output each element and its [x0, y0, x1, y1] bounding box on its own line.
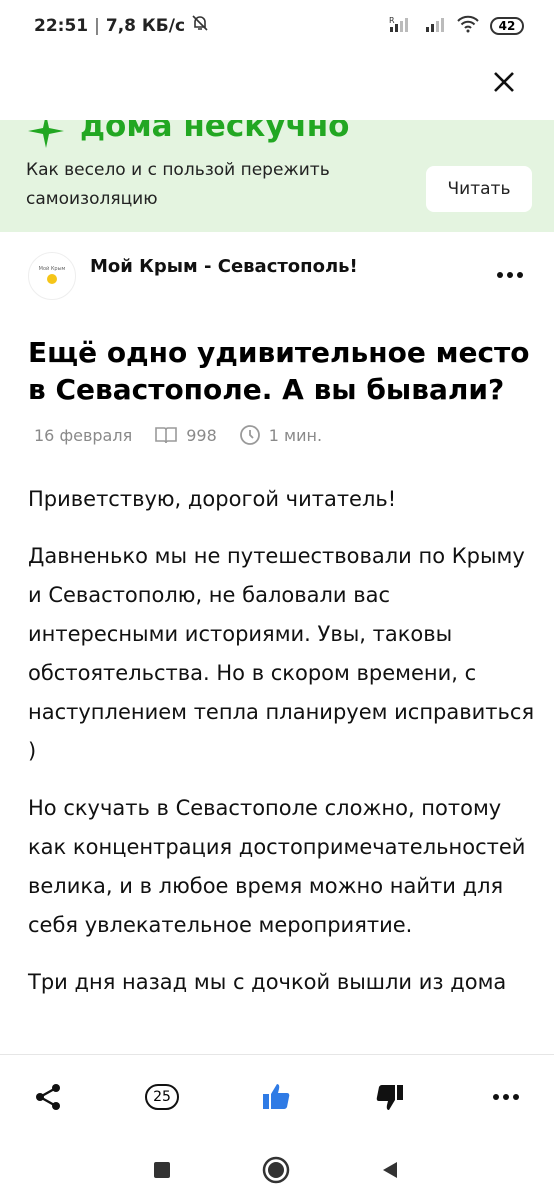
more-actions-button[interactable] [484, 1075, 528, 1119]
status-speed: 7,8 КБ/с [105, 15, 186, 36]
status-left: 22:51 | 7,8 КБ/с [34, 14, 209, 37]
close-icon [494, 72, 514, 92]
comments-button[interactable]: 25 [140, 1075, 184, 1119]
square-icon [154, 1162, 170, 1178]
sparkle-icon [26, 120, 66, 154]
article-date: 16 февраля [34, 425, 133, 445]
article-read-time: 1 мин. [268, 425, 323, 445]
article-paragraph: Но скучать в Севастополе сложно, потому … [28, 796, 526, 937]
article-paragraph: Приветствую, дорогой читатель! [28, 487, 397, 511]
more-button[interactable] [496, 260, 524, 285]
silent-bell-icon [191, 14, 209, 37]
status-time: 22:51 [34, 15, 89, 36]
article-body: Приветствую, дорогой читатель! Давненько… [28, 480, 538, 1020]
signal-icon-2 [424, 14, 446, 38]
like-button[interactable] [254, 1075, 298, 1119]
share-button[interactable] [26, 1075, 70, 1119]
article-paragraph: Три дня назад мы с дочкой вышли из дома [28, 970, 507, 994]
back-button[interactable] [372, 1152, 408, 1188]
promo-banner[interactable]: дома нескучно Как весело и с пользой пер… [0, 120, 554, 232]
sun-icon [47, 274, 57, 284]
more-icon [493, 1094, 519, 1100]
article-title: Ещё одно удивительное место в Севастопол… [28, 336, 530, 406]
meta-read-time: 1 мин. [239, 424, 322, 446]
views-icon [155, 427, 178, 444]
back-icon [383, 1162, 397, 1178]
article-paragraph: Давненько мы не путешествовали по Крыму … [28, 544, 535, 763]
action-bar: 25 [0, 1054, 554, 1139]
article-meta: 16 февраля 998 1 мин. [34, 424, 344, 446]
more-icon [497, 272, 523, 278]
channel-avatar[interactable]: Мой Крым [28, 252, 76, 300]
channel-name[interactable]: Мой Крым - Севастополь! [90, 256, 358, 277]
share-icon [36, 1084, 60, 1110]
like-icon [263, 1084, 290, 1109]
comments-count: 25 [153, 1089, 171, 1105]
promo-read-button[interactable]: Читать [426, 166, 532, 212]
meta-date: 16 февраля [34, 426, 132, 445]
circle-icon [262, 1156, 290, 1184]
network-label: R [389, 16, 395, 25]
avatar-text: Мой Крым [38, 266, 66, 272]
meta-views: 998 [154, 425, 217, 445]
status-bar: 22:51 | 7,8 КБ/с R 42 [0, 0, 554, 52]
dislike-icon [376, 1085, 403, 1110]
status-right: R 42 [388, 14, 524, 38]
battery-indicator: 42 [490, 17, 524, 35]
comments-icon: 25 [145, 1084, 179, 1110]
wifi-icon [456, 14, 480, 38]
dislike-button[interactable] [368, 1075, 412, 1119]
article-views: 998 [186, 425, 217, 445]
home-button[interactable] [258, 1152, 294, 1188]
channel-header: Мой Крым Мой Крым - Севастополь! [0, 246, 554, 306]
system-nav-bar [0, 1140, 554, 1200]
promo-title: дома нескучно [80, 120, 350, 144]
status-separator: | [94, 15, 100, 36]
recent-apps-button[interactable] [144, 1152, 180, 1188]
close-button[interactable] [486, 64, 522, 100]
clock-icon [239, 425, 260, 445]
promo-text: Как весело и с пользой пережить самоизол… [26, 160, 330, 209]
signal-icon: R [388, 14, 414, 38]
